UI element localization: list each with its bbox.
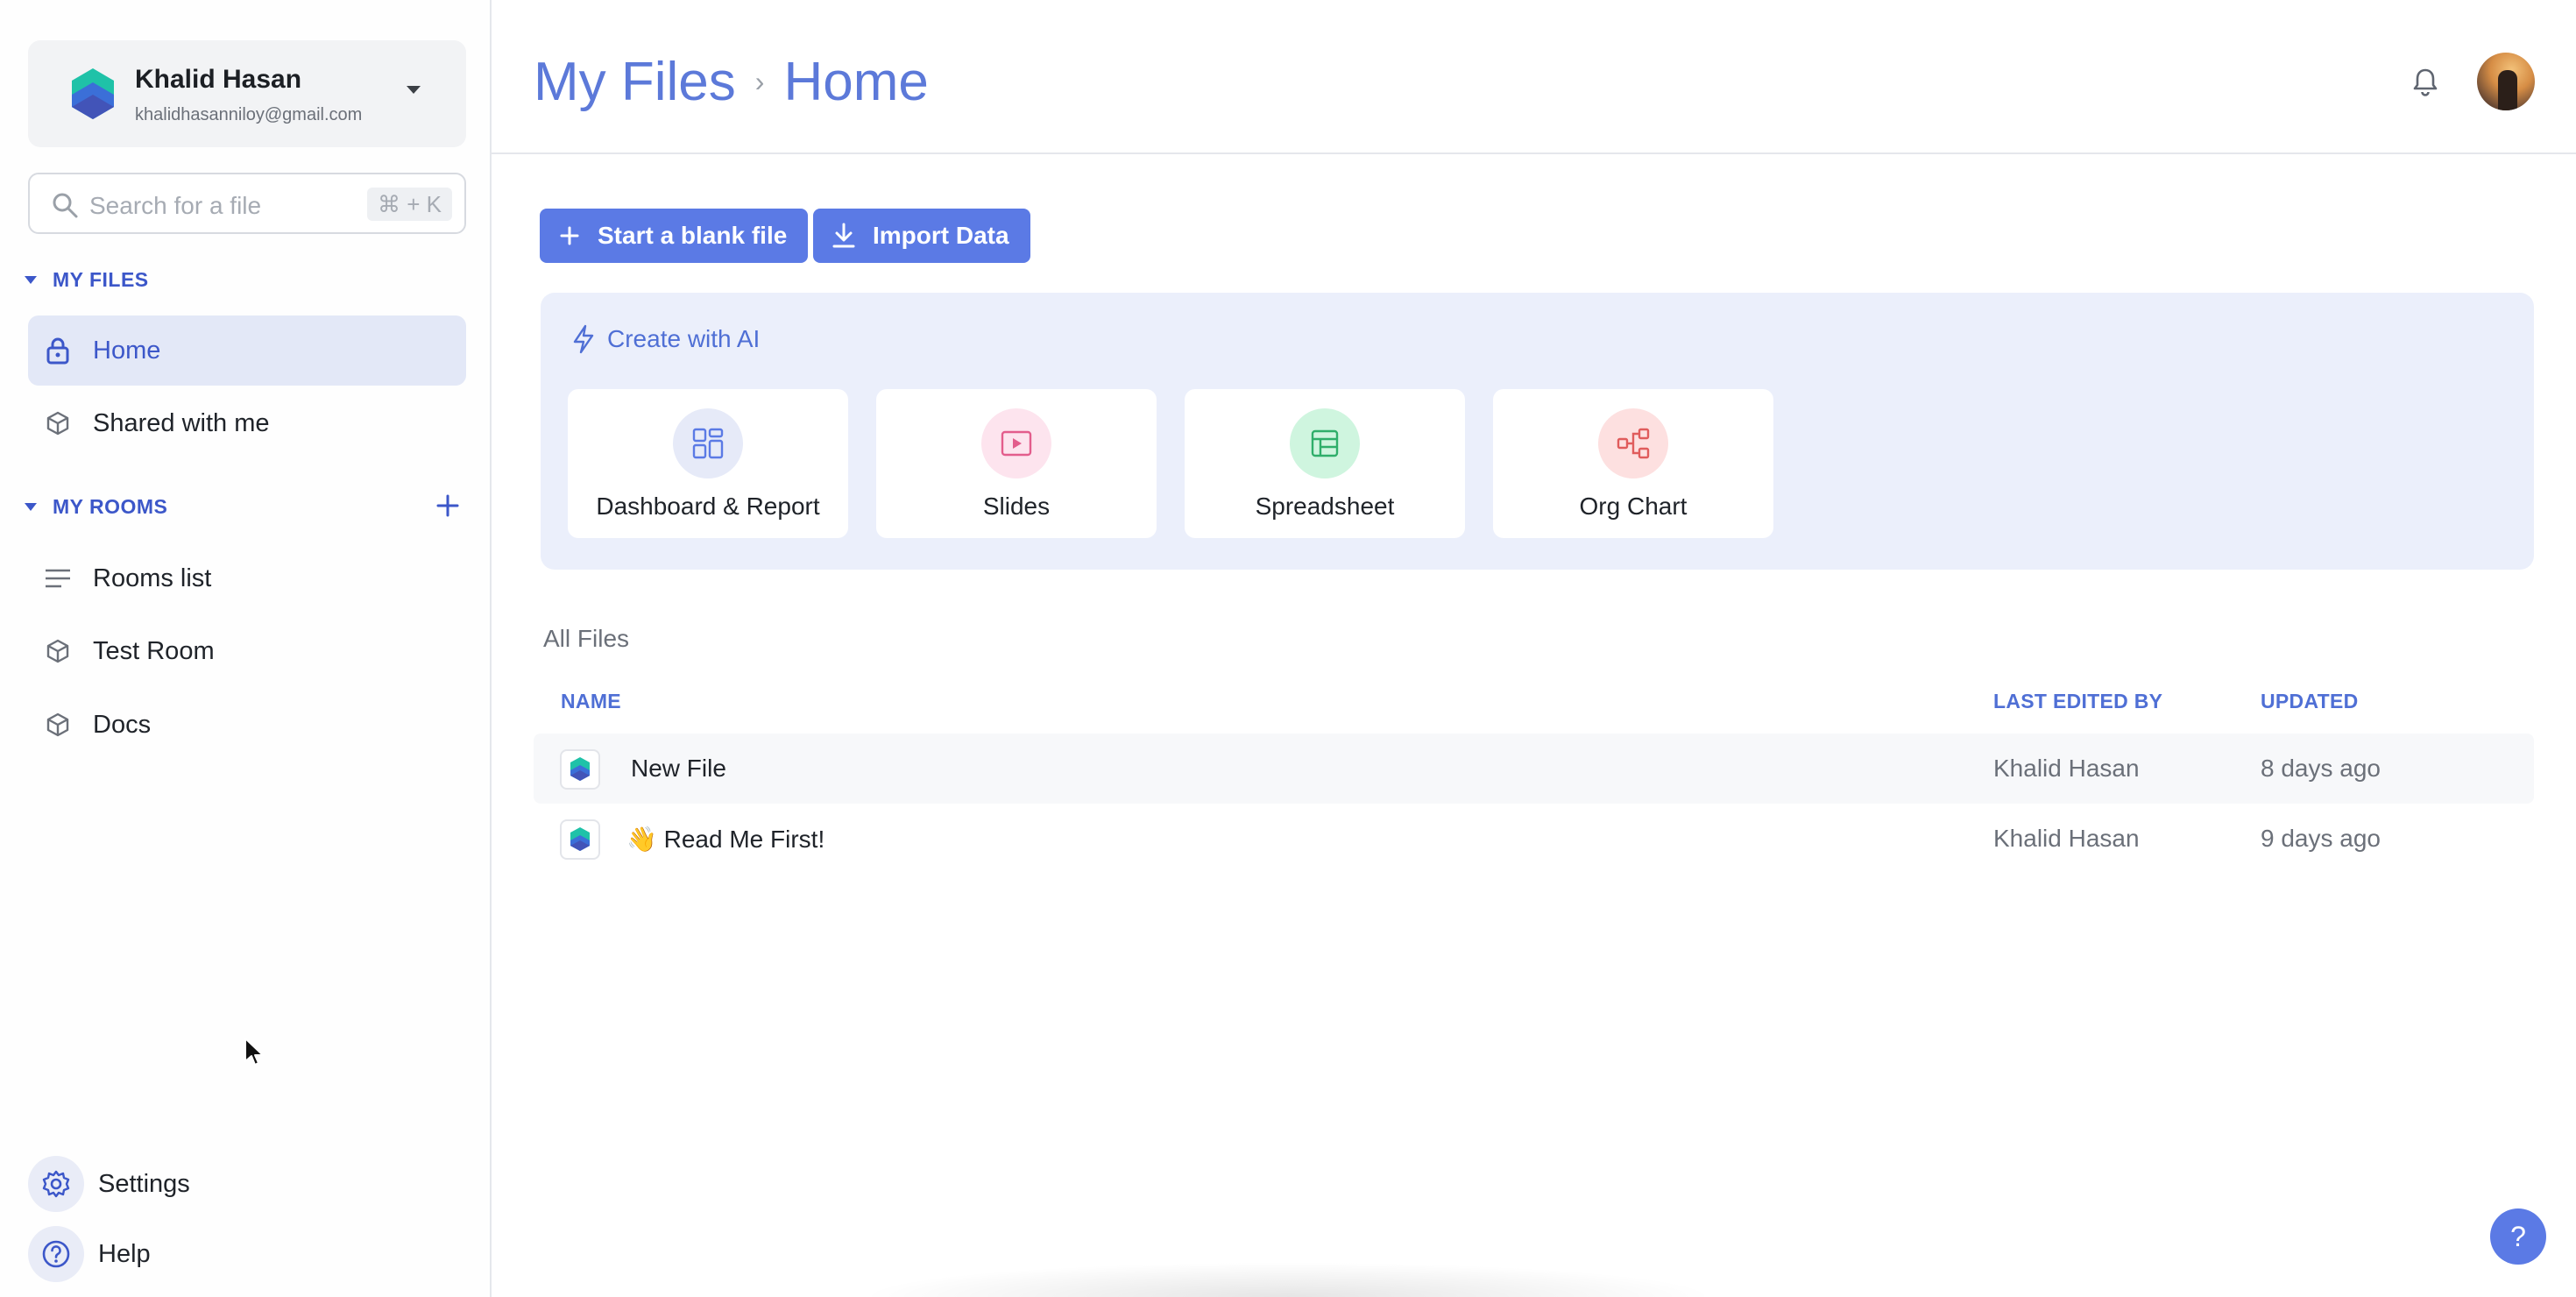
caret-down-icon [25, 276, 37, 284]
lock-icon [42, 335, 74, 366]
avatar[interactable] [2477, 53, 2535, 110]
file-last-edited-by: Khalid Hasan [1993, 755, 2140, 782]
help-circle-icon [28, 1226, 84, 1282]
my-rooms-heading: MY ROOMS [53, 495, 168, 518]
user-name: Khalid Hasan [135, 65, 302, 94]
bottom-shadow [859, 1262, 1717, 1297]
mouse-cursor-icon [244, 1038, 264, 1066]
org-chart-icon [1598, 408, 1668, 478]
file-updated: 8 days ago [2261, 755, 2381, 782]
create-with-ai-label: Create with AI [607, 325, 761, 352]
chevron-right-icon: › [754, 66, 765, 97]
breadcrumb: My Files › Home [534, 51, 929, 113]
spreadsheet-icon [1290, 408, 1360, 478]
sidebar-item-shared[interactable]: Shared with me [28, 388, 466, 458]
search-input[interactable]: Search for a file [89, 192, 261, 220]
help-button[interactable]: Help [28, 1226, 151, 1282]
sidebar-item-test-room[interactable]: Test Room [28, 616, 466, 686]
my-files-heading: MY FILES [53, 268, 149, 291]
file-updated: 9 days ago [2261, 825, 2381, 852]
top-bar: My Files › Home [492, 0, 2576, 154]
my-files-section-toggle[interactable]: MY FILES [25, 268, 149, 292]
help-label: Help [98, 1239, 151, 1268]
cube-icon [42, 635, 74, 667]
sidebar-item-label: Home [93, 336, 161, 365]
account-switcher[interactable]: Khalid Hasan khalidhasanniloy@gmail.com [28, 40, 466, 147]
dashboard-icon [673, 408, 743, 478]
file-name: New File [631, 755, 726, 782]
ai-card-dashboard-report[interactable]: Dashboard & Report [568, 389, 848, 538]
file-search[interactable]: Search for a file ⌘ + K [28, 173, 466, 234]
file-name: 👋 Read Me First! [626, 826, 825, 853]
settings-label: Settings [98, 1169, 190, 1198]
sidebar-item-label: Rooms list [93, 563, 212, 592]
file-last-edited-by: Khalid Hasan [1993, 825, 2140, 852]
ai-card-spreadsheet[interactable]: Spreadsheet [1185, 389, 1465, 538]
settings-button[interactable]: Settings [28, 1156, 190, 1212]
import-data-button[interactable]: Import Data [813, 209, 1030, 263]
cube-icon [42, 408, 74, 439]
sidebar-item-label: Test Room [93, 636, 215, 665]
cube-icon [42, 709, 74, 741]
add-room-icon[interactable] [433, 491, 463, 521]
ai-card-label: Org Chart [1579, 493, 1688, 520]
breadcrumb-home: Home [783, 52, 929, 112]
column-header-last-edited-by[interactable]: LAST EDITED BY [1993, 690, 2162, 713]
column-header-updated[interactable]: UPDATED [2261, 690, 2359, 713]
app-logo-icon [72, 68, 114, 119]
slides-icon [981, 408, 1051, 478]
chevron-down-icon[interactable] [407, 86, 421, 94]
bell-icon[interactable] [2410, 67, 2440, 98]
table-row[interactable]: New File Khalid Hasan 8 days ago [534, 734, 2534, 804]
ai-card-label: Slides [982, 493, 1051, 520]
sidebar-item-label: Docs [93, 710, 152, 739]
sidebar: Khalid Hasan khalidhasanniloy@gmail.com … [0, 0, 492, 1297]
search-shortcut-badge: ⌘ + K [367, 188, 452, 221]
column-header-name[interactable]: NAME [561, 690, 621, 713]
question-mark-icon: ? [2510, 1220, 2526, 1252]
my-rooms-section-toggle[interactable]: MY ROOMS [25, 495, 167, 519]
gear-icon [28, 1156, 84, 1212]
download-icon [832, 223, 855, 249]
breadcrumb-my-files[interactable]: My Files [534, 51, 736, 113]
file-logo-icon [560, 749, 600, 790]
search-icon [53, 193, 78, 218]
caret-down-icon [25, 503, 37, 511]
table-row[interactable]: 👋 Read Me First! Khalid Hasan 9 days ago [534, 804, 2534, 874]
ai-card-slides[interactable]: Slides [876, 389, 1157, 538]
ai-card-org-chart[interactable]: Org Chart [1493, 389, 1773, 538]
sidebar-item-label: Shared with me [93, 408, 270, 437]
file-logo-icon [560, 819, 600, 860]
sidebar-item-docs[interactable]: Docs [28, 690, 466, 760]
user-email: khalidhasanniloy@gmail.com [135, 105, 363, 124]
help-fab-button[interactable]: ? [2490, 1208, 2546, 1265]
ai-card-label: Dashboard & Report [596, 493, 820, 520]
all-files-heading: All Files [543, 625, 630, 652]
plus-icon [559, 225, 580, 246]
list-icon [42, 563, 74, 594]
lightning-icon [572, 324, 595, 354]
start-blank-file-button[interactable]: Start a blank file [540, 209, 809, 263]
sidebar-item-rooms-list[interactable]: Rooms list [28, 543, 466, 613]
sidebar-item-home[interactable]: Home [28, 315, 466, 386]
import-data-label: Import Data [873, 222, 1009, 249]
start-blank-file-label: Start a blank file [598, 222, 788, 249]
ai-card-label: Spreadsheet [1255, 493, 1395, 520]
create-with-ai-heading: Create with AI [572, 324, 760, 354]
create-with-ai-panel: Create with AI Dashboard & Report Slides [541, 293, 2534, 570]
